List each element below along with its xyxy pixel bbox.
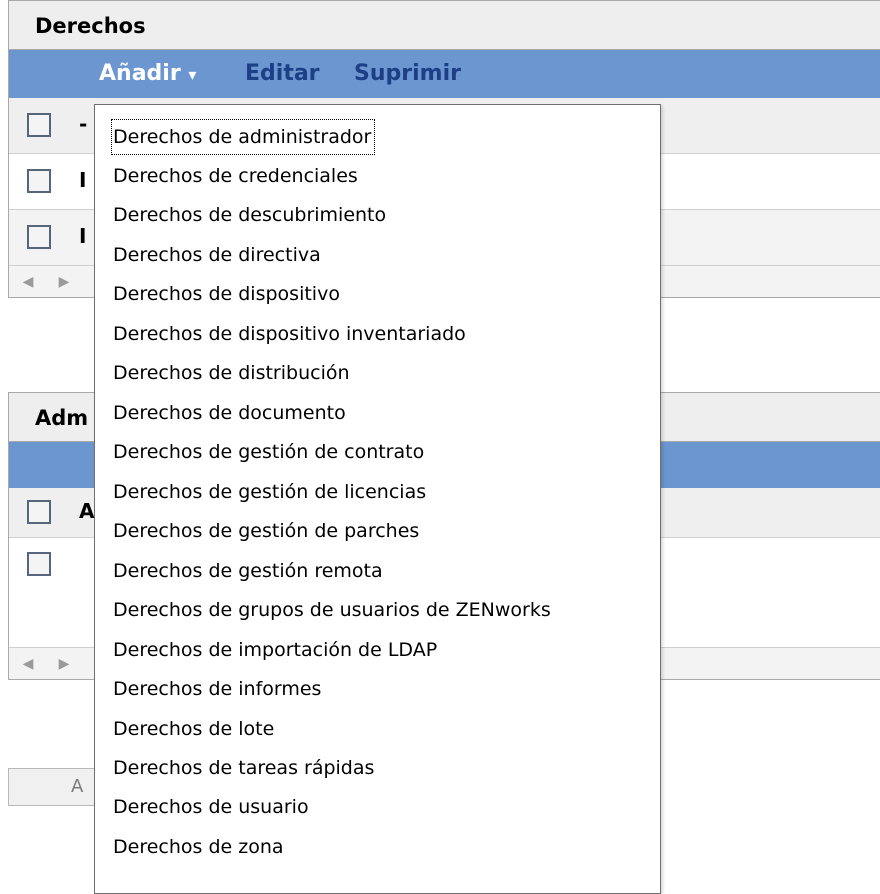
- row-stub: I: [79, 224, 87, 248]
- select-all-checkbox[interactable]: [27, 500, 51, 524]
- menu-item-dispositivo[interactable]: Derechos de dispositivo: [111, 276, 344, 312]
- menu-item-importacion-ldap[interactable]: Derechos de importación de LDAP: [111, 632, 441, 668]
- menu-item-distribucion[interactable]: Derechos de distribución: [111, 355, 354, 391]
- select-all-checkbox[interactable]: [27, 113, 51, 137]
- menu-item-credenciales[interactable]: Derechos de credenciales: [111, 158, 362, 194]
- menu-item-descubrimiento[interactable]: Derechos de descubrimiento: [111, 197, 390, 233]
- triangle-left-icon[interactable]: ◀: [17, 271, 39, 293]
- add-menu-button[interactable]: Añadir ▾: [99, 50, 196, 99]
- triangle-left-icon[interactable]: ◀: [17, 653, 39, 675]
- header-stub: A: [79, 499, 95, 523]
- header-stub: -: [79, 112, 88, 136]
- menu-item-directiva[interactable]: Derechos de directiva: [111, 237, 325, 273]
- delete-button[interactable]: Suprimir: [354, 50, 461, 98]
- menu-item-zona[interactable]: Derechos de zona: [111, 829, 288, 865]
- menu-item-gestion-remota[interactable]: Derechos de gestión remota: [111, 553, 387, 589]
- add-rights-dropdown: Derechos de administrador Derechos de cr…: [94, 104, 661, 894]
- menu-item-dispositivo-inventariado[interactable]: Derechos de dispositivo inventariado: [111, 316, 470, 352]
- menu-item-gestion-contrato[interactable]: Derechos de gestión de contrato: [111, 434, 428, 470]
- row-checkbox[interactable]: [27, 169, 51, 193]
- menu-item-grupos-usuarios[interactable]: Derechos de grupos de usuarios de ZENwor…: [111, 592, 555, 628]
- rights-panel-title: Derechos: [9, 0, 880, 50]
- triangle-right-icon[interactable]: ▶: [53, 271, 75, 293]
- menu-item-documento[interactable]: Derechos de documento: [111, 395, 350, 431]
- row-checkbox[interactable]: [27, 552, 51, 576]
- triangle-right-icon[interactable]: ▶: [53, 653, 75, 675]
- add-label: Añadir: [99, 61, 181, 86]
- menu-item-gestion-parches[interactable]: Derechos de gestión de parches: [111, 513, 423, 549]
- rights-toolbar: Añadir ▾ Editar Suprimir: [9, 50, 880, 98]
- menu-item-lote[interactable]: Derechos de lote: [111, 711, 278, 747]
- row-stub: I: [79, 168, 87, 192]
- menu-item-tareas-rapidas[interactable]: Derechos de tareas rápidas: [111, 750, 378, 786]
- apply-button[interactable]: A: [8, 768, 108, 806]
- edit-button[interactable]: Editar: [245, 50, 320, 98]
- chevron-down-icon: ▾: [188, 65, 197, 84]
- row-checkbox[interactable]: [27, 225, 51, 249]
- menu-item-gestion-licencias[interactable]: Derechos de gestión de licencias: [111, 474, 430, 510]
- menu-item-informes[interactable]: Derechos de informes: [111, 671, 325, 707]
- menu-item-usuario[interactable]: Derechos de usuario: [111, 789, 313, 825]
- menu-item-administrador[interactable]: Derechos de administrador: [111, 119, 376, 155]
